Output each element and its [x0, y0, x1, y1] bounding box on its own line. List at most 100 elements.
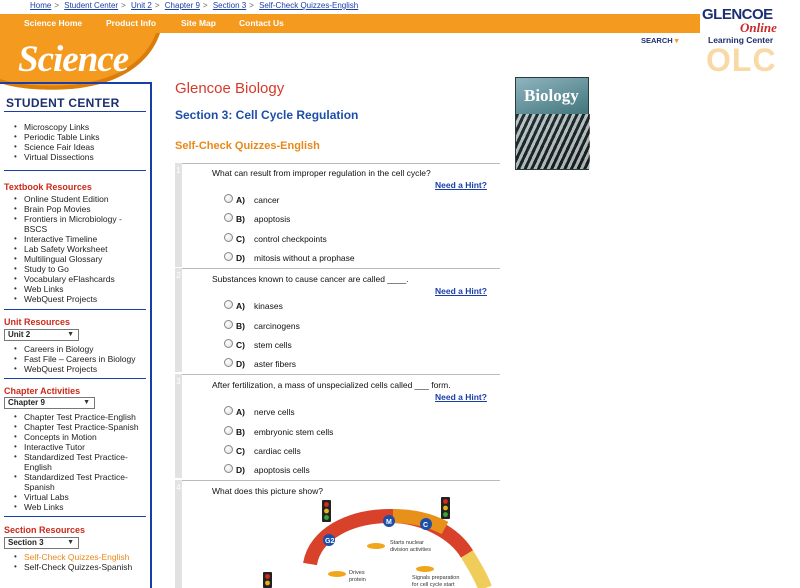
label-marker: [367, 543, 385, 549]
question-text: What can result from improper regulation…: [212, 168, 431, 178]
sidebar-link[interactable]: Lab Safety Worksheet: [14, 244, 132, 254]
learning-center-label: Learning Center: [708, 35, 774, 45]
breadcrumb-quiz[interactable]: Self-Check Quizzes-English: [259, 1, 358, 10]
question-number-bar: [175, 374, 182, 478]
sidebar-link[interactable]: Chapter Test Practice-Spanish: [14, 422, 139, 432]
sidebar-top-links: Microscopy Links Periodic Table Links Sc…: [14, 122, 99, 162]
book-title: Glencoe Biology: [175, 80, 285, 97]
search-link[interactable]: SEARCH ▾: [641, 36, 679, 45]
sidebar-link[interactable]: Study to Go: [14, 264, 132, 274]
question-number: 3: [176, 377, 181, 386]
divider: [4, 378, 146, 379]
breadcrumb-student-center[interactable]: Student Center: [64, 1, 118, 10]
sidebar-link[interactable]: Web Links: [14, 502, 139, 512]
answer-radio[interactable]: [224, 213, 233, 222]
sidebar-link[interactable]: Chapter Test Practice-English: [14, 412, 139, 422]
sidebar-link[interactable]: Careers in Biology: [14, 344, 136, 354]
option-text: apoptosis: [254, 214, 291, 224]
option-letter: A): [236, 407, 245, 417]
answer-radio[interactable]: [224, 233, 233, 242]
nav-science-home[interactable]: Science Home: [24, 18, 82, 28]
sidebar-link[interactable]: Multilingual Glossary: [14, 254, 132, 264]
hint-link[interactable]: Need a Hint?: [435, 392, 487, 402]
sidebar-link[interactable]: WebQuest Projects: [14, 364, 136, 374]
sidebar-link[interactable]: Frontiers in Microbiology - BSCS: [14, 214, 132, 234]
sidebar-link[interactable]: WebQuest Projects: [14, 294, 132, 304]
breadcrumb-chapter[interactable]: Chapter 9: [165, 1, 200, 10]
answer-radio[interactable]: [224, 194, 233, 203]
question-number-bar: [175, 268, 182, 372]
sidebar-link[interactable]: Web Links: [14, 284, 132, 294]
unit-links: Careers in Biology Fast File – Careers i…: [14, 344, 136, 374]
sidebar-title: STUDENT CENTER: [6, 96, 120, 110]
science-logo[interactable]: Science: [18, 38, 129, 81]
answer-radio[interactable]: [224, 339, 233, 348]
option-text: cancer: [254, 195, 280, 205]
unit-select[interactable]: Unit 2 ▼: [4, 329, 79, 341]
divider: [4, 170, 146, 171]
unit-resources-heading: Unit Resources: [4, 317, 71, 327]
option-letter: C): [236, 446, 245, 456]
sidebar-link[interactable]: Microscopy Links: [14, 122, 99, 132]
traffic-light-icon: [322, 500, 331, 522]
sidebar-link[interactable]: Interactive Tutor: [14, 442, 139, 452]
hint-link[interactable]: Need a Hint?: [435, 180, 487, 190]
diagram-label: for cell cycle start: [412, 582, 455, 588]
answer-radio[interactable]: [224, 445, 233, 454]
sidebar-link[interactable]: Virtual Dissections: [14, 152, 99, 162]
diagram-label: protein: [349, 577, 366, 583]
chapter-activities-heading: Chapter Activities: [4, 386, 81, 396]
breadcrumb-home[interactable]: Home: [30, 1, 51, 10]
option-text: mitosis without a prophase: [254, 253, 355, 263]
book-cover-title: Biology: [524, 86, 579, 105]
sidebar-link[interactable]: Online Student Edition: [14, 194, 132, 204]
sidebar-link[interactable]: Brain Pop Movies: [14, 204, 132, 214]
option-letter: D): [236, 359, 245, 369]
sidebar-link[interactable]: Standardized Test Practice-English: [14, 452, 132, 472]
option-letter: D): [236, 253, 245, 263]
sidebar-link[interactable]: Concepts in Motion: [14, 432, 139, 442]
divider: [4, 516, 146, 517]
sidebar-link[interactable]: Science Fair Ideas: [14, 142, 99, 152]
nav-site-map[interactable]: Site Map: [181, 18, 216, 28]
sidebar-link[interactable]: Virtual Labs: [14, 492, 139, 502]
answer-radio[interactable]: [224, 300, 233, 309]
sidebar-link[interactable]: Periodic Table Links: [14, 132, 99, 142]
nav-contact-us[interactable]: Contact Us: [239, 18, 284, 28]
option-text: carcinogens: [254, 321, 300, 331]
answer-radio[interactable]: [224, 320, 233, 329]
answer-radio[interactable]: [224, 464, 233, 473]
answer-radio[interactable]: [224, 426, 233, 435]
option-letter: A): [236, 195, 245, 205]
section-select[interactable]: Section 3 ▼: [4, 537, 79, 549]
breadcrumb-unit[interactable]: Unit 2: [131, 1, 152, 10]
page-title: Section 3: Cell Cycle Regulation: [175, 108, 359, 122]
option-letter: D): [236, 465, 245, 475]
dropdown-arrow-icon: ▼: [83, 399, 90, 406]
cell-cycle-arc: [461, 550, 492, 588]
sidebar-link-active[interactable]: Self-Check Quizzes-English: [14, 552, 132, 562]
option-letter: B): [236, 214, 245, 224]
phase-label: G2: [325, 538, 334, 545]
diagram-label: Drives: [349, 570, 365, 576]
dropdown-arrow-icon: ▼: [67, 331, 74, 338]
nav-product-info[interactable]: Product Info: [106, 18, 156, 28]
sidebar-link[interactable]: Fast File – Careers in Biology: [14, 354, 136, 364]
answer-radio[interactable]: [224, 406, 233, 415]
diagram-label: division activities: [390, 547, 431, 553]
answer-radio[interactable]: [224, 252, 233, 261]
option-letter: B): [236, 427, 245, 437]
diagram-label: Signals preparation: [412, 575, 459, 581]
hint-link[interactable]: Need a Hint?: [435, 286, 487, 296]
sidebar-link[interactable]: Interactive Timeline: [14, 234, 132, 244]
online-logo: Online: [740, 20, 777, 35]
book-cover-image: Biology: [515, 77, 590, 170]
question-number-bar: [175, 163, 182, 267]
answer-radio[interactable]: [224, 358, 233, 367]
diagram-label: Starts nuclear: [390, 540, 424, 546]
sidebar-link[interactable]: Standardized Test Practice-Spanish: [14, 472, 132, 492]
chapter-select[interactable]: Chapter 9 ▼: [4, 397, 95, 409]
sidebar-link[interactable]: Self-Check Quizzes-Spanish: [14, 562, 132, 572]
breadcrumb-section[interactable]: Section 3: [213, 1, 246, 10]
sidebar-link[interactable]: Vocabulary eFlashcards: [14, 274, 132, 284]
